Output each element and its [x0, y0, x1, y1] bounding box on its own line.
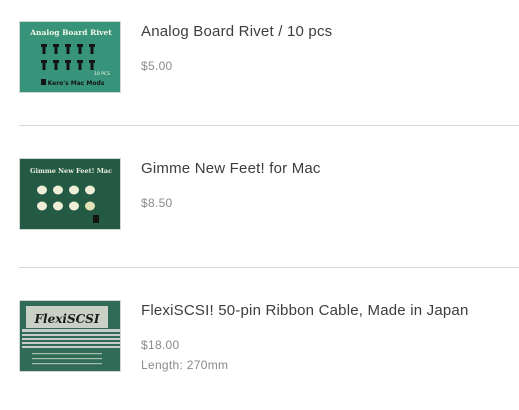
- product-name[interactable]: Gimme New Feet! for Mac: [141, 160, 321, 177]
- product-item-analog-board-rivet[interactable]: Analog Board Rivet 10 PCS Kero's Mac Mod…: [0, 0, 519, 100]
- product-list: Analog Board Rivet 10 PCS Kero's Mac Mod…: [0, 0, 519, 410]
- product-price: $18.00: [141, 338, 180, 352]
- product-item-flexiscsi[interactable]: FlexiSCSI FlexiSCSI! 50-pin Ribbon Cable…: [0, 279, 519, 379]
- image-title: Gimme New Feet! Mac: [30, 167, 112, 175]
- product-item-gimme-new-feet[interactable]: Gimme New Feet! Mac Gimme New Feet! for …: [0, 137, 519, 237]
- product-name[interactable]: FlexiSCSI! 50-pin Ribbon Cable, Made in …: [141, 302, 469, 319]
- image-count: 10 PCS: [94, 71, 110, 77]
- divider: [19, 125, 519, 126]
- feet-photo: Gimme New Feet! Mac: [20, 159, 120, 229]
- ribbon-cable-photo: FlexiSCSI: [20, 301, 120, 371]
- product-image-analog-board-rivet[interactable]: Analog Board Rivet 10 PCS Kero's Mac Mod…: [19, 21, 121, 93]
- product-price: $8.50: [141, 196, 173, 210]
- image-title: FlexiSCSI: [34, 312, 100, 326]
- image-title: Analog Board Rivet: [29, 28, 112, 37]
- product-price: $5.00: [141, 59, 173, 73]
- product-image-flexiscsi[interactable]: FlexiSCSI: [19, 300, 121, 372]
- image-brand: Kero's Mac Mods: [48, 80, 105, 87]
- product-name[interactable]: Analog Board Rivet / 10 pcs: [141, 23, 332, 40]
- product-option-length: Length: 270mm: [141, 358, 229, 372]
- product-image-gimme-new-feet[interactable]: Gimme New Feet! Mac: [19, 158, 121, 230]
- divider: [19, 267, 519, 268]
- rivet-photo: Analog Board Rivet 10 PCS Kero's Mac Mod…: [20, 22, 120, 92]
